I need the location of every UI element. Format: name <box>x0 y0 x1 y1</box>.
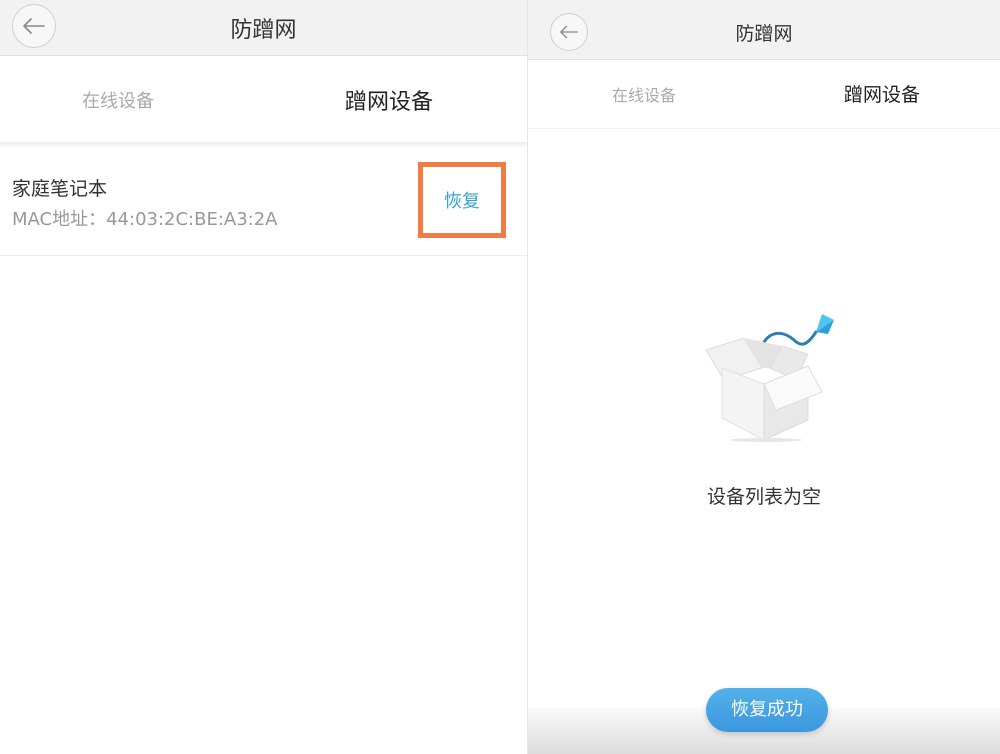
header: 防蹭网 <box>0 0 527 56</box>
tab-bar: 在线设备 蹭网设备 <box>528 61 1000 129</box>
tab-leeching-devices[interactable]: 蹭网设备 <box>345 84 433 116</box>
page-title: 防蹭网 <box>735 23 793 45</box>
tab-leeching-devices[interactable]: 蹭网设备 <box>844 80 920 107</box>
tab-online-devices[interactable]: 在线设备 <box>82 87 154 113</box>
device-row: 家庭笔记本 MAC地址：44:03:2C:BE:A3:2A 恢复 <box>0 148 527 256</box>
empty-list-message: 设备列表为空 <box>706 486 821 508</box>
right-screen: 防蹭网 在线设备 蹭网设备 设备列表为空 恢复成功 <box>528 0 1000 754</box>
empty-box-with-kite-icon <box>705 314 834 442</box>
tab-online-devices[interactable]: 在线设备 <box>612 82 676 106</box>
highlight-box: 恢复 <box>418 162 506 238</box>
header: 防蹭网 <box>528 0 1000 60</box>
tab-bar: 在线设备 蹭网设备 <box>0 57 527 143</box>
page-title: 防蹭网 <box>230 18 297 43</box>
device-mac-address: MAC地址：44:03:2C:BE:A3:2A <box>12 209 278 230</box>
device-name: 家庭笔记本 <box>12 178 108 200</box>
left-screen: 防蹭网 在线设备 蹭网设备 家庭笔记本 MAC地址：44:03:2C:BE:A3… <box>0 0 527 754</box>
restore-button[interactable]: 恢复 <box>423 167 501 233</box>
success-toast: 恢复成功 <box>706 688 828 732</box>
